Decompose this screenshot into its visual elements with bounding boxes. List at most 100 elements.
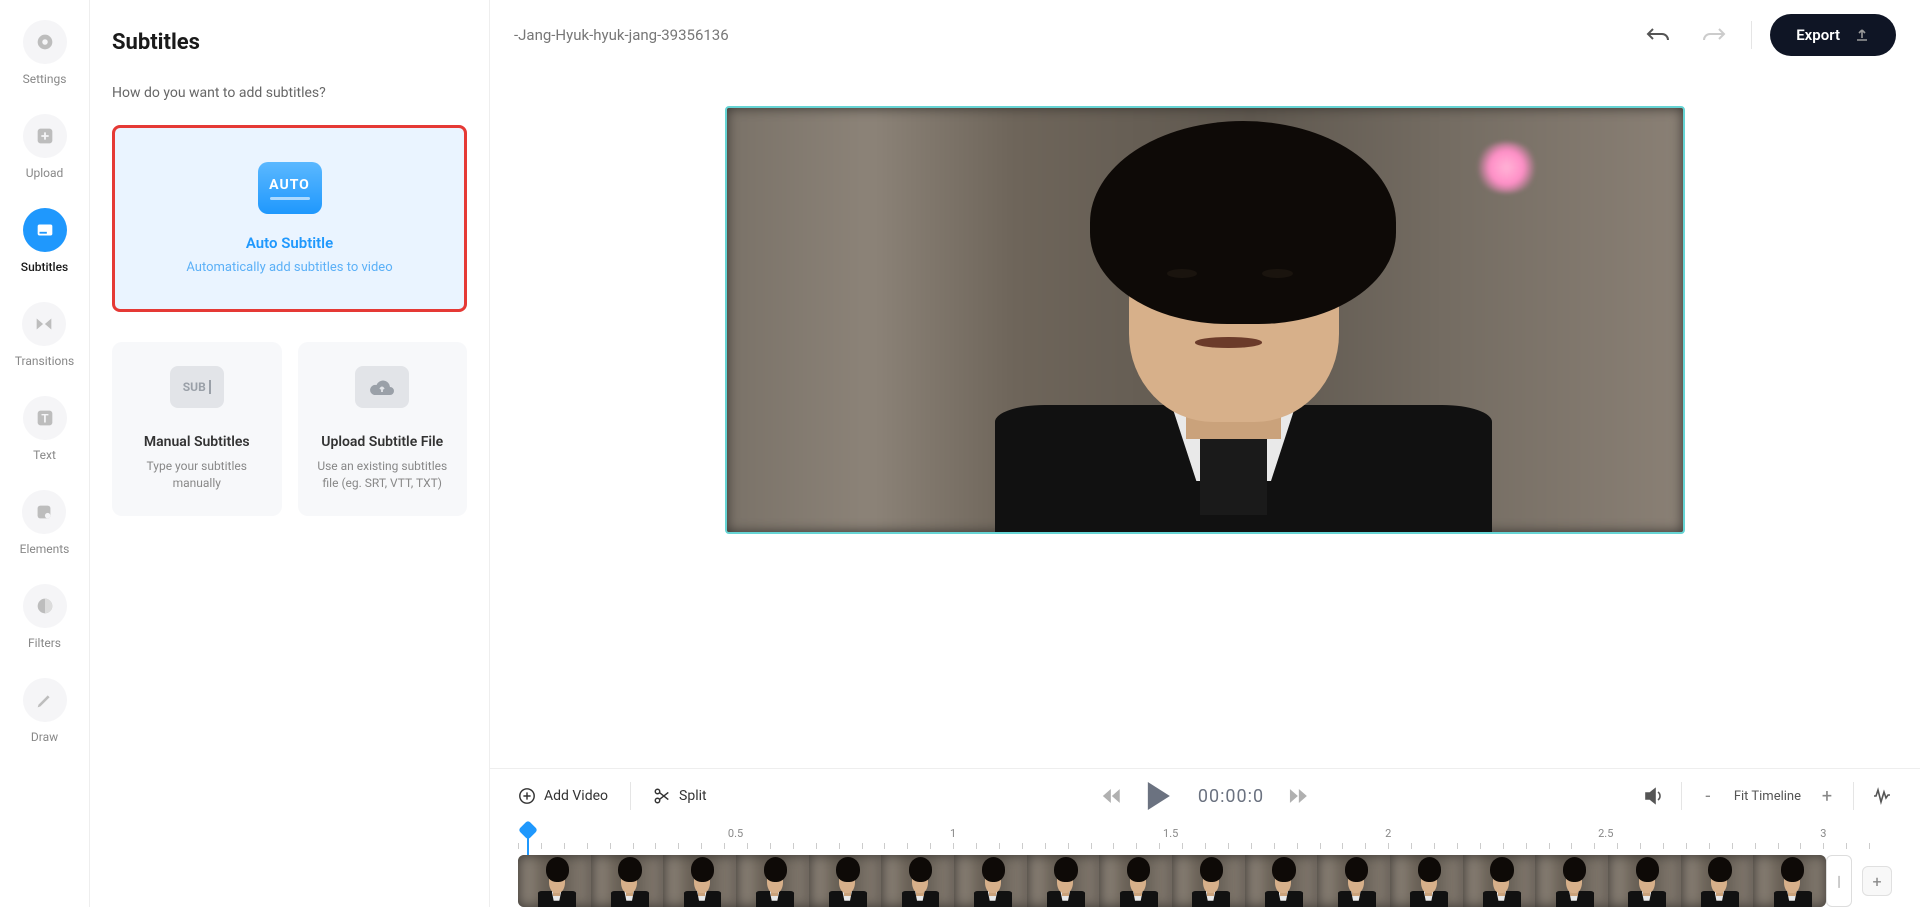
clip-thumb [1099,855,1172,907]
clip-thumb [1390,855,1463,907]
clip-thumb [1027,855,1100,907]
nav-draw[interactable]: Draw [23,678,67,744]
timeline: Add Video Split 00:00:0 - Fit Timeline + [490,768,1920,907]
clip-thumb [591,855,664,907]
timeline-ruler[interactable]: 0.5 1 1.5 2 2.5 3 [518,827,1892,849]
clip-thumb [1535,855,1608,907]
nav-label: Upload [26,166,64,180]
clip-thumb [1608,855,1681,907]
upload-subtitle-card[interactable]: Upload Subtitle File Use an existing sub… [298,342,468,516]
nav-upload[interactable]: Upload [23,114,67,180]
clip-thumb [809,855,882,907]
nav-transitions[interactable]: Transitions [15,302,74,368]
nav-label: Elements [20,542,70,556]
auto-subtitle-desc: Automatically add subtitles to video [135,260,444,275]
clip-thumb [1753,855,1826,907]
clip-thumbnails[interactable]: ❘ [518,855,1826,907]
video-track: ❘ ❘ + [518,855,1892,907]
preview-area [490,70,1920,768]
ruler-mark: 2.5 [1598,827,1613,840]
redo-button[interactable] [1695,16,1733,54]
export-label: Export [1796,26,1840,44]
subtitles-icon [23,208,67,252]
skip-back-icon[interactable] [1102,789,1120,803]
fit-timeline-button[interactable]: Fit Timeline [1734,789,1801,804]
clip-thumb [1317,855,1390,907]
waveform-icon[interactable] [1872,786,1892,806]
ruler-mark: 0.5 [728,827,743,840]
nav-label: Filters [28,636,61,650]
main-area: Export Add Video Split [490,0,1920,907]
video-preview[interactable] [725,106,1685,534]
clip-thumb [1681,855,1754,907]
clip-thumb [954,855,1027,907]
preview-frame [727,108,1683,532]
divider [1853,782,1854,810]
add-track-button[interactable]: + [1862,866,1892,896]
panel-title: Subtitles [112,30,467,55]
upload-subtitle-title: Upload Subtitle File [312,434,454,450]
play-button[interactable] [1146,782,1172,810]
auto-subtitle-title: Auto Subtitle [135,234,444,252]
panel-subtitle: How do you want to add subtitles? [112,85,467,101]
scissors-icon [653,787,671,805]
nav-label: Draw [31,730,58,744]
clip-trim-right[interactable]: ❘ [1826,855,1852,907]
add-video-button[interactable]: Add Video [518,787,608,805]
plus-icon [23,114,67,158]
divider [1681,782,1682,810]
pencil-icon [23,678,67,722]
plus-circle-icon [518,787,536,805]
filters-icon [23,584,67,628]
nav-text[interactable]: T Text [23,396,67,462]
gear-icon [23,20,67,64]
nav-label: Subtitles [21,260,68,274]
topbar: Export [490,0,1920,70]
auto-subtitle-card[interactable]: AUTO Auto Subtitle Automatically add sub… [112,125,467,312]
export-button[interactable]: Export [1770,14,1896,56]
nav-elements[interactable]: Elements [20,490,70,556]
clip-thumb [1172,855,1245,907]
svg-text:T: T [41,412,49,426]
auto-badge-icon: AUTO [258,162,322,214]
zoom-in-button[interactable]: + [1819,786,1835,807]
zoom-out-button[interactable]: - [1700,786,1716,807]
timeline-toolbar: Add Video Split 00:00:0 - Fit Timeline + [490,769,1920,823]
subtitles-panel: Subtitles How do you want to add subtitl… [90,0,490,907]
clip-thumb [1245,855,1318,907]
divider [630,782,631,810]
clip-thumb [736,855,809,907]
transitions-icon [22,302,66,346]
skip-forward-icon[interactable] [1290,789,1308,803]
clip-thumb [518,855,591,907]
timecode: 00:00:0 [1198,786,1264,807]
ruler-mark: 3 [1820,827,1826,840]
nav-rail: Settings Upload Subtitles Transitions T … [0,0,90,907]
clip-thumb [881,855,954,907]
nav-label: Transitions [15,354,74,368]
clip-thumb [663,855,736,907]
nav-subtitles[interactable]: Subtitles [21,208,68,274]
ruler-mark: 1.5 [1163,827,1178,840]
upload-icon [1854,27,1870,43]
manual-subtitles-desc: Type your subtitles manually [126,458,268,492]
manual-subtitles-title: Manual Subtitles [126,434,268,450]
cloud-upload-icon [355,366,409,408]
volume-icon[interactable] [1643,786,1663,806]
manual-subtitles-card[interactable]: SUB Manual Subtitles Type your subtitles… [112,342,282,516]
ruler-mark: 2 [1385,827,1391,840]
ruler-mark: 1 [950,827,956,840]
split-button[interactable]: Split [653,787,707,805]
text-icon: T [23,396,67,440]
undo-button[interactable] [1639,16,1677,54]
project-title-input[interactable] [514,26,754,44]
nav-label: Settings [23,72,67,86]
clip-thumb [1463,855,1536,907]
nav-settings[interactable]: Settings [23,20,67,86]
upload-subtitle-desc: Use an existing subtitles file (eg. SRT,… [312,458,454,492]
divider [1751,21,1752,49]
manual-sub-icon: SUB [170,366,224,408]
nav-filters[interactable]: Filters [23,584,67,650]
nav-label: Text [33,448,56,462]
elements-icon [22,490,66,534]
